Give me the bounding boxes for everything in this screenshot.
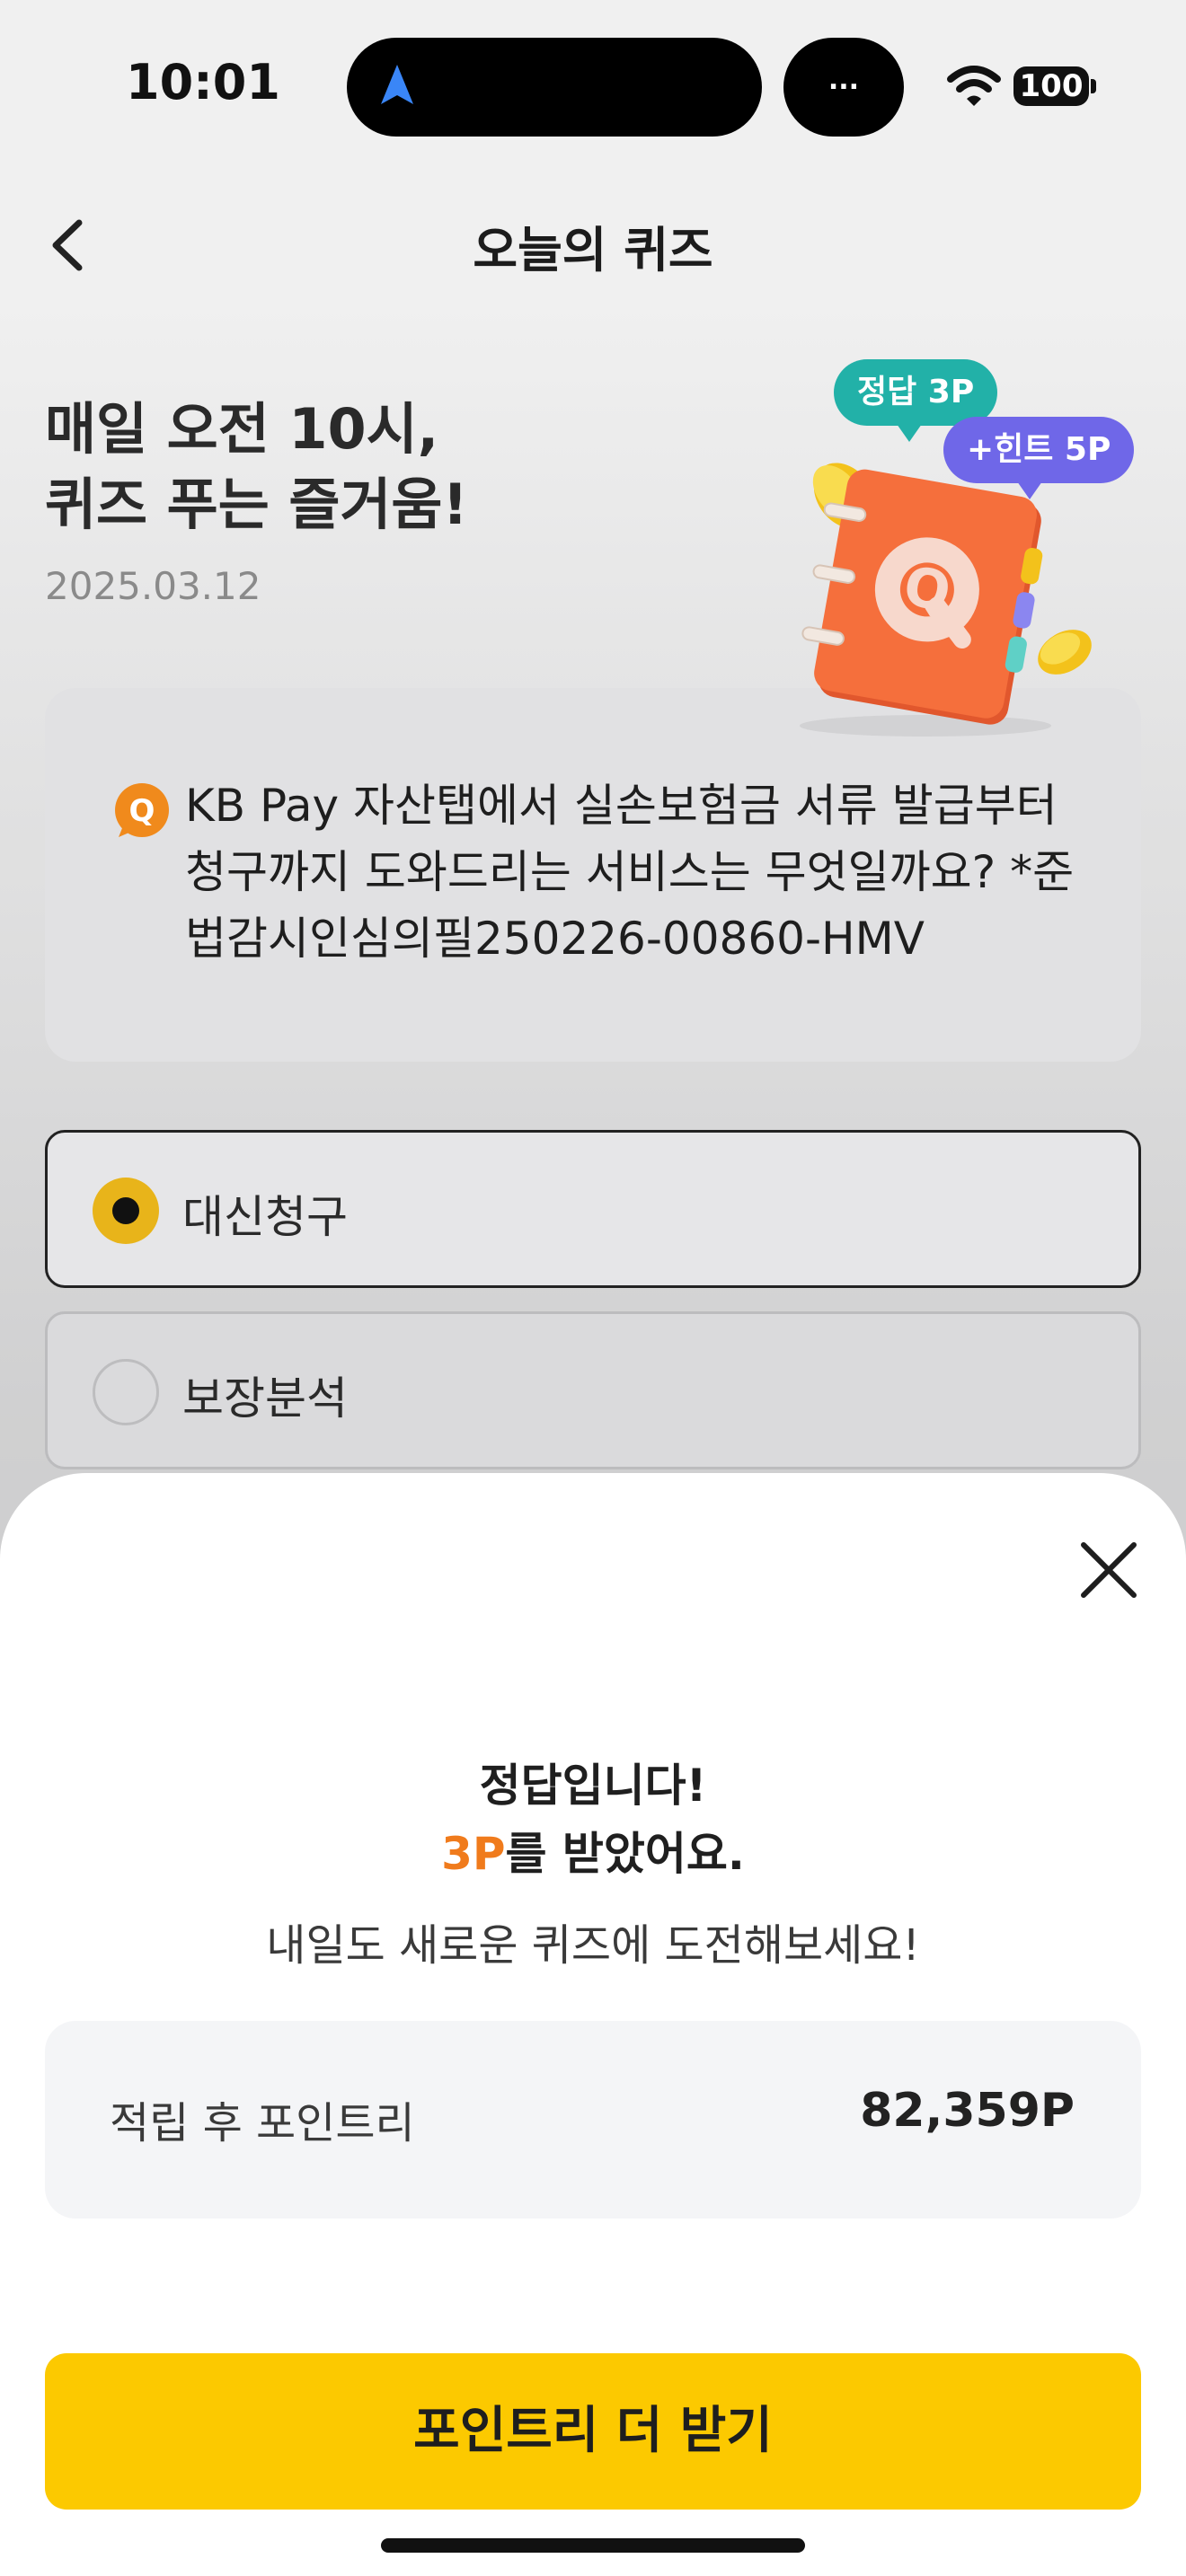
battery-tip [1091, 79, 1096, 93]
result-title: 정답입니다! 3P를 받았어요. [0, 1751, 1186, 1888]
radio-selected-icon[interactable] [93, 1178, 159, 1244]
answer-option-label: 보장분석 [182, 1372, 348, 1425]
close-icon[interactable] [1075, 1536, 1143, 1604]
result-subtitle: 내일도 새로운 퀴즈에 도전해보세요! [266, 1920, 920, 1971]
hint-points-badge: +힌트 5P [943, 417, 1135, 499]
quiz-date: 2025.03.12 [45, 564, 261, 608]
dynamic-island-navigation [347, 38, 762, 137]
question-text: KB Pay 자산탭에서 실손보험금 서류 발급부터 청구까지 도와드리는 서비… [185, 780, 1075, 965]
quiz-book-illustration: Q [800, 463, 1092, 737]
result-correct-text: 정답입니다! [479, 1760, 707, 1812]
correct-points-badge: 정답 3P [834, 359, 998, 442]
home-indicator [381, 2538, 805, 2553]
answer-option-1[interactable]: 대신청구 [45, 1130, 1141, 1288]
wifi-icon [947, 66, 1001, 106]
points-balance-label: 적립 후 포인트리 [110, 2098, 415, 2148]
get-more-points-button[interactable]: 포인트리 더 받기 [45, 2353, 1141, 2510]
answer-option-label: 대신청구 [182, 1191, 348, 1243]
question-badge-icon: Q [115, 783, 169, 837]
question-badge-letter: Q [129, 793, 155, 829]
radio-unselected-icon[interactable] [93, 1359, 159, 1425]
hero-title: 매일 오전 10시, 퀴즈 푸는 즐거움! [45, 392, 468, 543]
hero-title-line2: 퀴즈 푸는 즐거움! [45, 472, 468, 537]
navigation-arrow-icon [381, 65, 413, 104]
status-time: 10:01 [126, 54, 280, 110]
dynamic-island-menu: ... [783, 38, 904, 137]
points-suffix: 를 받았어요. [505, 1828, 745, 1880]
battery-icon: 100 [1013, 66, 1089, 106]
answer-option-2[interactable]: 보장분석 [45, 1311, 1141, 1469]
page-title: 오늘의 퀴즈 [473, 222, 713, 278]
points-balance-value: 82,359P [860, 2084, 1075, 2138]
result-points-line: 3P를 받았어요. [0, 1820, 1186, 1888]
hero-title-line1: 매일 오전 10시, [45, 396, 439, 462]
points-awarded: 3P [441, 1828, 506, 1880]
